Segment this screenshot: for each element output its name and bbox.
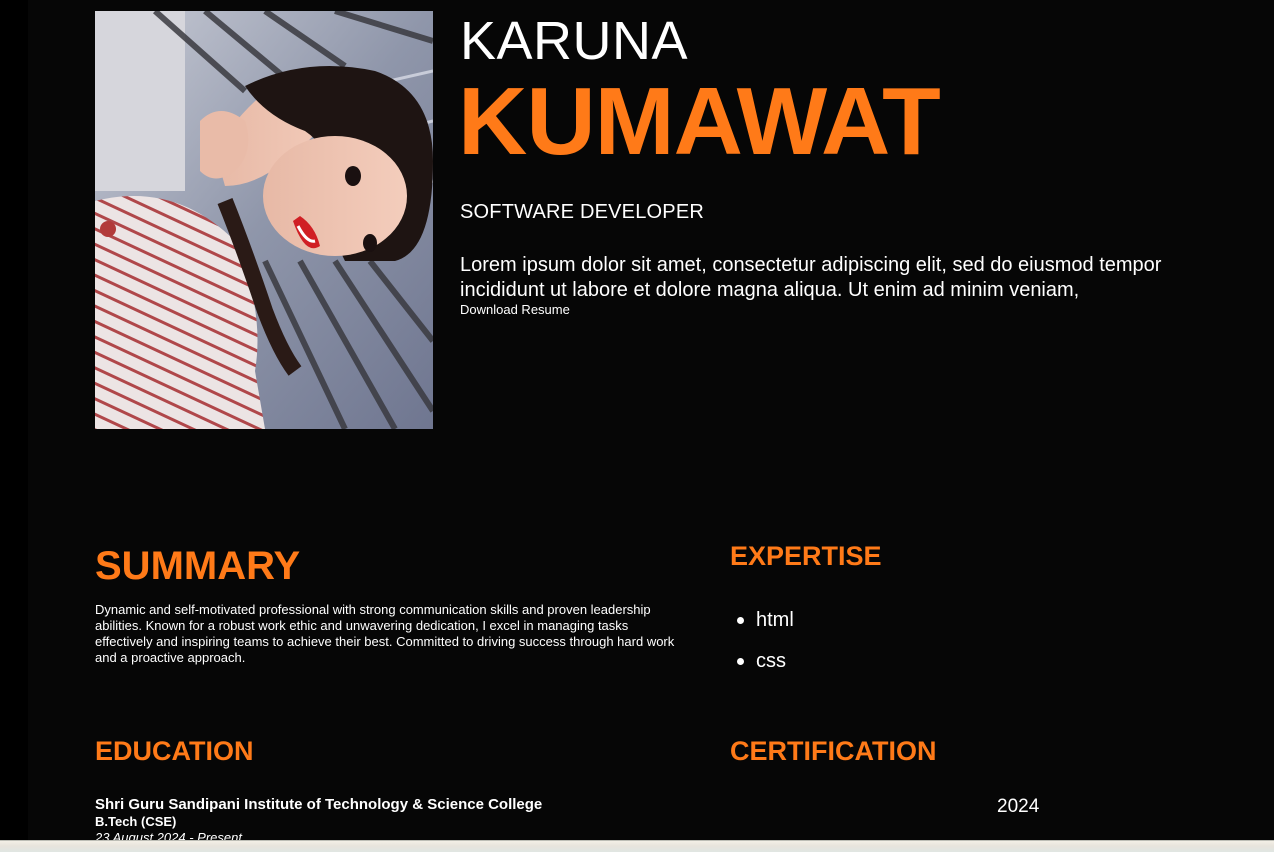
expertise-item: css bbox=[730, 647, 794, 675]
education-dates: 23 August 2024 - Present bbox=[95, 830, 242, 840]
education-heading: EDUCATION bbox=[95, 736, 254, 766]
first-name: KARUNA bbox=[460, 11, 689, 71]
expertise-item-label: html bbox=[756, 609, 794, 631]
last-name: KUMAWAT bbox=[458, 68, 941, 175]
education-degree: B.Tech (CSE) bbox=[95, 814, 177, 829]
expertise-item-label: css bbox=[756, 650, 786, 672]
download-resume-link[interactable]: Download Resume bbox=[460, 302, 570, 317]
expertise-item: html bbox=[730, 606, 794, 634]
bullet-icon bbox=[737, 658, 744, 665]
summary-heading: SUMMARY bbox=[95, 544, 301, 588]
expertise-list: html css bbox=[730, 606, 794, 688]
education-school: Shri Guru Sandipani Institute of Technol… bbox=[95, 796, 543, 813]
expertise-heading: EXPERTISE bbox=[730, 541, 882, 571]
profile-photo bbox=[95, 11, 433, 429]
certification-heading: CERTIFICATION bbox=[730, 736, 937, 766]
portfolio-page: KARUNA KUMAWAT SOFTWARE DEVELOPER Lorem … bbox=[28, 0, 1274, 840]
browser-bottom-edge bbox=[0, 840, 1274, 852]
certification-year: 2024 bbox=[997, 796, 1040, 817]
bullet-icon bbox=[737, 617, 744, 624]
job-title: SOFTWARE DEVELOPER bbox=[460, 201, 705, 223]
intro-text: Lorem ipsum dolor sit amet, consectetur … bbox=[460, 254, 1162, 301]
profile-photo-image bbox=[95, 11, 433, 429]
summary-text: Dynamic and self-motivated professional … bbox=[95, 602, 675, 665]
